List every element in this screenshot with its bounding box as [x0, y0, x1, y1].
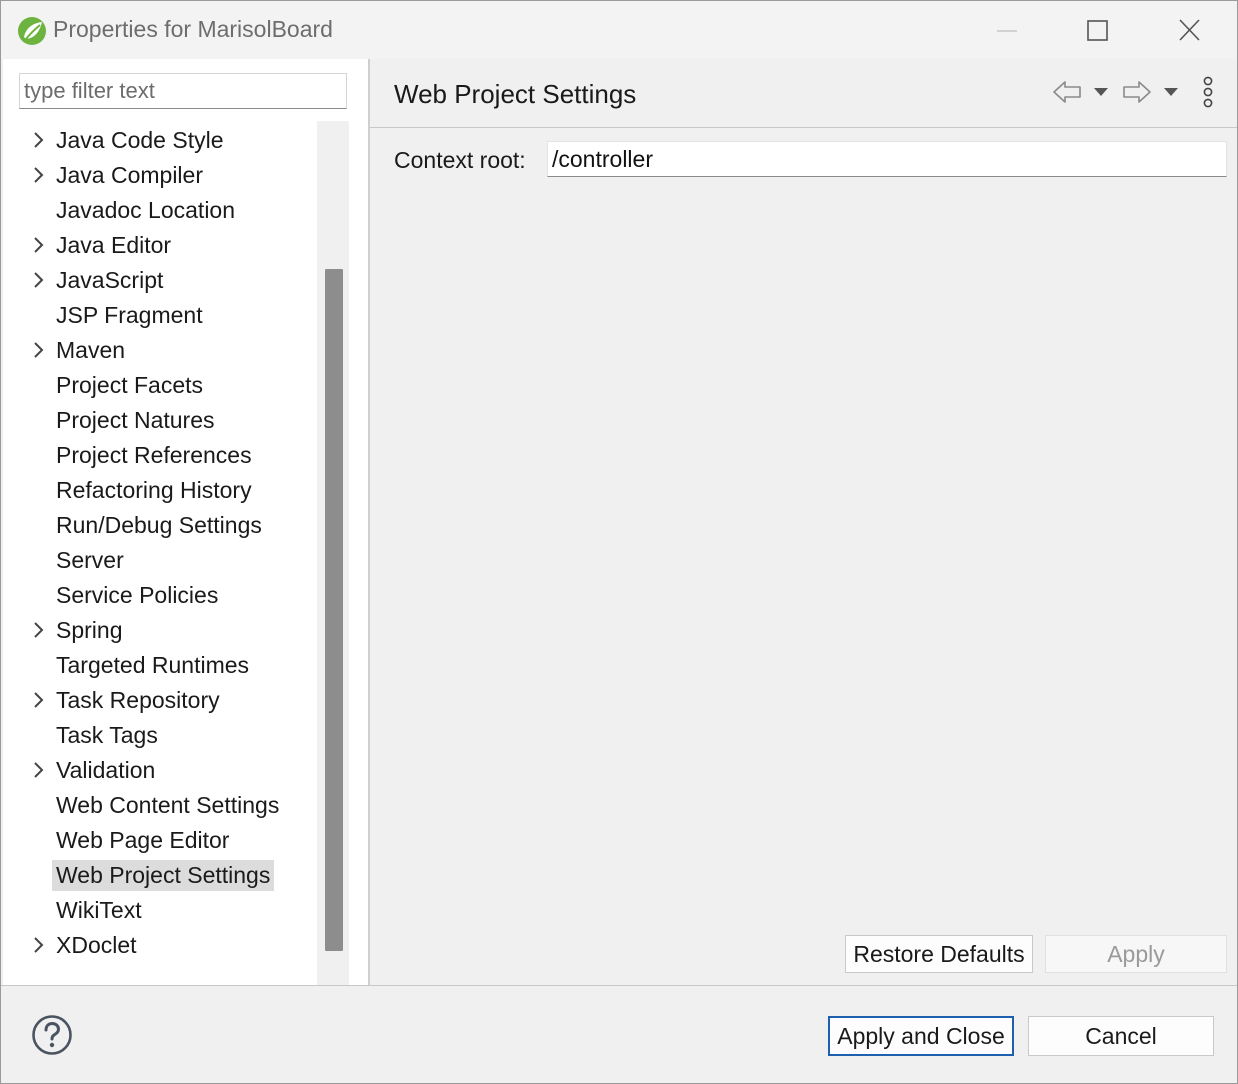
settings-page: Web Project Settings Context root: Resto…: [370, 59, 1237, 985]
window-title: Properties for MarisolBoard: [53, 16, 333, 42]
chevron-right-icon[interactable]: [29, 129, 49, 151]
chevron-right-icon[interactable]: [29, 619, 49, 641]
scrollbar-thumb[interactable]: [325, 269, 343, 951]
forward-arrow-icon[interactable]: [1120, 77, 1154, 107]
apply-button[interactable]: Apply: [1045, 935, 1227, 973]
tree-item[interactable]: Server: [3, 543, 315, 578]
tree-item[interactable]: Java Editor: [3, 228, 315, 263]
forward-dropdown-icon[interactable]: [1162, 85, 1180, 99]
tree-item-label: Project References: [56, 442, 252, 468]
tree-item[interactable]: Validation: [3, 753, 315, 788]
tree-item[interactable]: Run/Debug Settings: [3, 508, 315, 543]
minimize-button[interactable]: [987, 13, 1027, 49]
tree-item-label: Javadoc Location: [56, 197, 236, 223]
tree-item-label: Java Editor: [56, 232, 172, 258]
tree-item[interactable]: Task Repository: [3, 683, 315, 718]
kebab-menu-icon[interactable]: [1198, 75, 1218, 109]
properties-dialog: Properties for MarisolBoard Java Code St…: [0, 0, 1238, 1084]
tree-item[interactable]: Web Page Editor: [3, 823, 315, 858]
chevron-right-icon[interactable]: [29, 339, 49, 361]
restore-defaults-button[interactable]: Restore Defaults: [845, 935, 1033, 973]
title-bar[interactable]: Properties for MarisolBoard: [1, 1, 1237, 59]
tree-item[interactable]: Project References: [3, 438, 315, 473]
tree-item[interactable]: Java Code Style: [3, 123, 315, 158]
dialog-footer: Apply and Close Cancel: [1, 986, 1237, 1083]
apply-and-close-button[interactable]: Apply and Close: [828, 1016, 1014, 1056]
close-button[interactable]: [1169, 13, 1209, 49]
tree-item-label: Validation: [56, 757, 156, 783]
tree-item-label: Java Compiler: [56, 162, 203, 188]
property-tree: Java Code Style Java Compiler Javadoc Loca…: [3, 121, 315, 985]
tree-item-label: Java Code Style: [56, 127, 224, 153]
chevron-right-icon[interactable]: [29, 759, 49, 781]
help-icon[interactable]: [31, 1014, 73, 1056]
maximize-button[interactable]: [1077, 13, 1117, 49]
tree-item[interactable]: Web Content Settings: [3, 788, 315, 823]
tree-item-label: Web Content Settings: [56, 792, 280, 818]
context-root-input[interactable]: [547, 141, 1227, 177]
cancel-button[interactable]: Cancel: [1028, 1016, 1214, 1056]
chevron-right-icon[interactable]: [29, 934, 49, 956]
tree-item[interactable]: Targeted Runtimes: [3, 648, 315, 683]
tree-item[interactable]: Service Policies: [3, 578, 315, 613]
tree-item[interactable]: Javadoc Location: [3, 193, 315, 228]
tree-item[interactable]: Project Facets: [3, 368, 315, 403]
chevron-right-icon[interactable]: [29, 164, 49, 186]
tree-item-label: Task Tags: [56, 722, 158, 748]
tree-item[interactable]: Web Project Settings: [3, 858, 315, 893]
tree-item-label: Spring: [56, 617, 123, 643]
tree-item-label: JSP Fragment: [56, 302, 203, 328]
tree-item-label: Maven: [56, 337, 126, 363]
tree-item-label: Run/Debug Settings: [56, 512, 262, 538]
close-icon: [1179, 19, 1200, 41]
tree-scrollbar[interactable]: [317, 121, 349, 985]
spring-leaf-icon: [18, 17, 46, 45]
tree-item-label: Project Natures: [56, 407, 215, 433]
back-arrow-icon[interactable]: [1050, 77, 1084, 107]
maximize-icon: [1087, 20, 1108, 41]
tree-item-label: Project Facets: [56, 372, 203, 398]
filter-input[interactable]: [19, 73, 347, 109]
tree-item-label: Targeted Runtimes: [56, 652, 250, 678]
tree-item[interactable]: JavaScript: [3, 263, 315, 298]
tree-item[interactable]: Task Tags: [3, 718, 315, 753]
tree-item-label: Service Policies: [56, 582, 219, 608]
tree-item-label: Server: [56, 547, 124, 573]
tree-item[interactable]: Refactoring History: [3, 473, 315, 508]
chevron-right-icon[interactable]: [29, 234, 49, 256]
tree-item-label: XDoclet: [56, 932, 137, 958]
tree-item-label: Refactoring History: [56, 477, 252, 503]
tree-item-label: Web Page Editor: [56, 827, 230, 853]
tree-item-label: JavaScript: [56, 267, 164, 293]
navigation-pane: Java Code Style Java Compiler Javadoc Loca…: [3, 59, 368, 985]
minimize-icon: [997, 30, 1017, 32]
chevron-right-icon[interactable]: [29, 689, 49, 711]
tree-item-label: WikiText: [56, 897, 142, 923]
chevron-right-icon[interactable]: [29, 269, 49, 291]
tree-item[interactable]: Project Natures: [3, 403, 315, 438]
tree-item[interactable]: JSP Fragment: [3, 298, 315, 333]
tree-item[interactable]: Maven: [3, 333, 315, 368]
page-title: Web Project Settings: [394, 79, 637, 109]
back-dropdown-icon[interactable]: [1092, 85, 1110, 99]
context-root-label: Context root:: [394, 147, 526, 173]
tree-item[interactable]: XDoclet: [3, 928, 315, 963]
tree-item[interactable]: Java Compiler: [3, 158, 315, 193]
tree-item-label: Web Project Settings: [52, 860, 275, 891]
tree-item-label: Task Repository: [56, 687, 220, 713]
tree-item[interactable]: WikiText: [3, 893, 315, 928]
tree-item[interactable]: Spring: [3, 613, 315, 648]
header-separator: [370, 127, 1237, 128]
